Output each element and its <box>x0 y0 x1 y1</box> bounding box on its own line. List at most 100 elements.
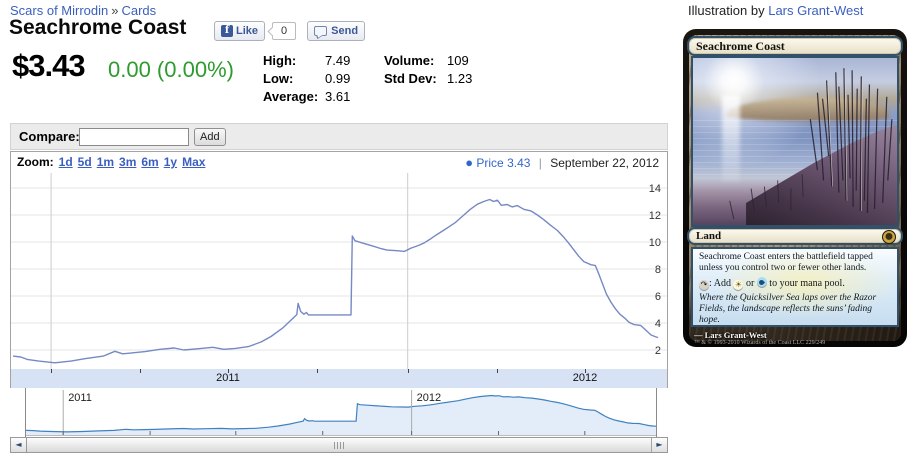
illustration-prefix: Illustration by <box>688 3 765 18</box>
card-fine-print: ™ & © 1993-2010 Wizards of the Coast LLC… <box>694 340 825 346</box>
scroll-right-button[interactable]: ► <box>651 438 667 452</box>
like-count: 0 <box>272 22 296 40</box>
card-type-bar: Land <box>687 227 903 245</box>
stats-column-2: Volume:109 Std Dev:1.23 <box>384 52 472 88</box>
zoom-3m[interactable]: 3m <box>119 155 136 169</box>
x-axis-tick <box>51 369 52 373</box>
stat-label: Volume: <box>384 52 447 70</box>
page: Scars of Mirrodin»Cards Seachrome Coast … <box>0 0 922 469</box>
facebook-send-button[interactable]: Send <box>307 21 365 41</box>
price-line-chart: 14 12 10 8 6 4 2 <box>11 173 667 369</box>
y-axis-tick-label: 12 <box>649 210 661 222</box>
legend-date: September 22, 2012 <box>550 156 659 170</box>
legend-series: Price 3.43 <box>476 156 530 170</box>
navigator-area-fill <box>26 396 656 436</box>
x-axis-tick <box>408 369 409 373</box>
zoom-1y[interactable]: 1y <box>164 155 177 169</box>
facebook-icon: f <box>221 25 233 37</box>
price-line <box>13 200 658 363</box>
chart-plot-area[interactable]: 14 12 10 8 6 4 2 <box>11 173 667 369</box>
stat-value: 109 <box>447 53 469 68</box>
stat-average: Average:3.61 <box>263 88 350 106</box>
stat-high: High:7.49 <box>263 52 350 70</box>
y-axis-tick-label: 10 <box>649 237 661 249</box>
stat-label: High: <box>263 52 325 70</box>
blue-mana-icon <box>757 277 767 287</box>
navigator-year-label: 2011 <box>68 392 92 404</box>
mana-text: : Add <box>709 278 731 289</box>
card-mana-ability: ↷: Add ☀ or to your mana pool. <box>699 277 891 290</box>
chart-legend: ● Price 3.43 | September 22, 2012 <box>465 152 659 174</box>
card-image: Seachrome Coast <box>683 29 907 347</box>
scrollbar-thumb[interactable] <box>26 438 652 452</box>
x-axis-year-label: 2012 <box>565 372 605 384</box>
price-chart: Zoom: 1d 5d 1m 3m 6m 1y Max ● Price 3.43 | Sept… <box>10 151 668 388</box>
zoom-1m[interactable]: 1m <box>97 155 114 169</box>
zoom-max[interactable]: Max <box>182 155 205 169</box>
stat-label: Low: <box>263 70 325 88</box>
scroll-left-button[interactable]: ◄ <box>11 438 27 452</box>
stat-value: 0.99 <box>325 71 350 86</box>
y-axis-tick-label: 14 <box>649 183 661 195</box>
card-type-line: Land <box>689 229 901 243</box>
zoom-6m[interactable]: 6m <box>141 155 158 169</box>
compare-add-button[interactable]: Add <box>194 128 226 146</box>
art-grass <box>693 58 897 227</box>
tap-symbol-icon: ↷ <box>699 280 709 290</box>
stat-label: Std Dev: <box>384 70 447 88</box>
current-price: $3.43 <box>12 48 85 84</box>
stat-value: 3.61 <box>325 89 350 104</box>
card-title-bar: Seachrome Coast <box>687 36 903 56</box>
price-change: 0.00 (0.00%) <box>108 57 234 83</box>
x-axis-tick <box>497 369 498 373</box>
stat-value: 7.49 <box>325 53 350 68</box>
speech-bubble-icon <box>314 26 327 36</box>
navigator-year-label: 2012 <box>417 392 441 404</box>
like-label: Like <box>236 25 258 37</box>
illustration-caption: Illustration by Lars Grant-West <box>688 3 863 18</box>
y-axis-tick-label: 8 <box>655 264 661 276</box>
y-axis-tick-label: 4 <box>655 318 661 330</box>
mana-text: or <box>746 278 754 289</box>
compare-input[interactable] <box>79 128 189 146</box>
thumb-grip-icon <box>334 442 345 449</box>
series-dot-icon: ● <box>465 155 473 170</box>
legend-series-value: 3.43 <box>507 156 530 170</box>
x-axis-band: 2011 2012 <box>11 369 667 388</box>
range-navigator[interactable]: 2011 2012 <box>25 388 657 437</box>
stat-low: Low:0.99 <box>263 70 350 88</box>
send-label: Send <box>331 25 358 37</box>
card-rules-text: Seachrome Coast enters the battlefield t… <box>699 252 891 274</box>
page-title: Seachrome Coast <box>9 16 186 40</box>
card-artist-line: — Lars Grant-West <box>694 330 767 340</box>
stat-label: Average: <box>263 88 325 106</box>
x-axis-year-label: 2011 <box>208 372 248 384</box>
zoom-controls: Zoom: 1d 5d 1m 3m 6m 1y Max ● Price 3.43 | Sept… <box>11 152 667 173</box>
compare-label: Compare: <box>19 129 80 144</box>
stats-column-1: High:7.49 Low:0.99 Average:3.61 <box>263 52 350 106</box>
x-axis-tick <box>317 369 318 373</box>
mana-text: to your mana pool. <box>769 278 845 289</box>
legend-separator: | <box>539 156 542 170</box>
facebook-like-button[interactable]: f Like <box>214 21 265 41</box>
white-mana-icon: ☀ <box>733 280 743 290</box>
chart-scrollbar: ◄ ► <box>10 437 668 453</box>
set-symbol-icon <box>882 230 896 244</box>
stat-volume: Volume:109 <box>384 52 472 70</box>
stat-value: 1.23 <box>447 71 472 86</box>
artist-link[interactable]: Lars Grant-West <box>768 3 863 18</box>
legend-series-name: Price <box>476 156 503 170</box>
navigator-area-chart: 2011 2012 <box>26 388 656 437</box>
y-axis-tick-label: 6 <box>655 291 661 303</box>
card-text-box: Seachrome Coast enters the battlefield t… <box>691 247 899 327</box>
card-art <box>691 56 899 227</box>
zoom-5d[interactable]: 5d <box>78 155 92 169</box>
card-flavor-text: Where the Quicksilver Sea laps over the … <box>699 293 891 326</box>
zoom-label: Zoom: <box>17 155 54 169</box>
facebook-plugin: f Like 0 Send <box>214 21 365 41</box>
x-axis-tick <box>140 369 141 373</box>
card-title: Seachrome Coast <box>689 38 901 54</box>
zoom-1d[interactable]: 1d <box>59 155 73 169</box>
y-axis-tick-label: 2 <box>655 345 661 357</box>
compare-bar: Compare: Add <box>10 123 668 150</box>
